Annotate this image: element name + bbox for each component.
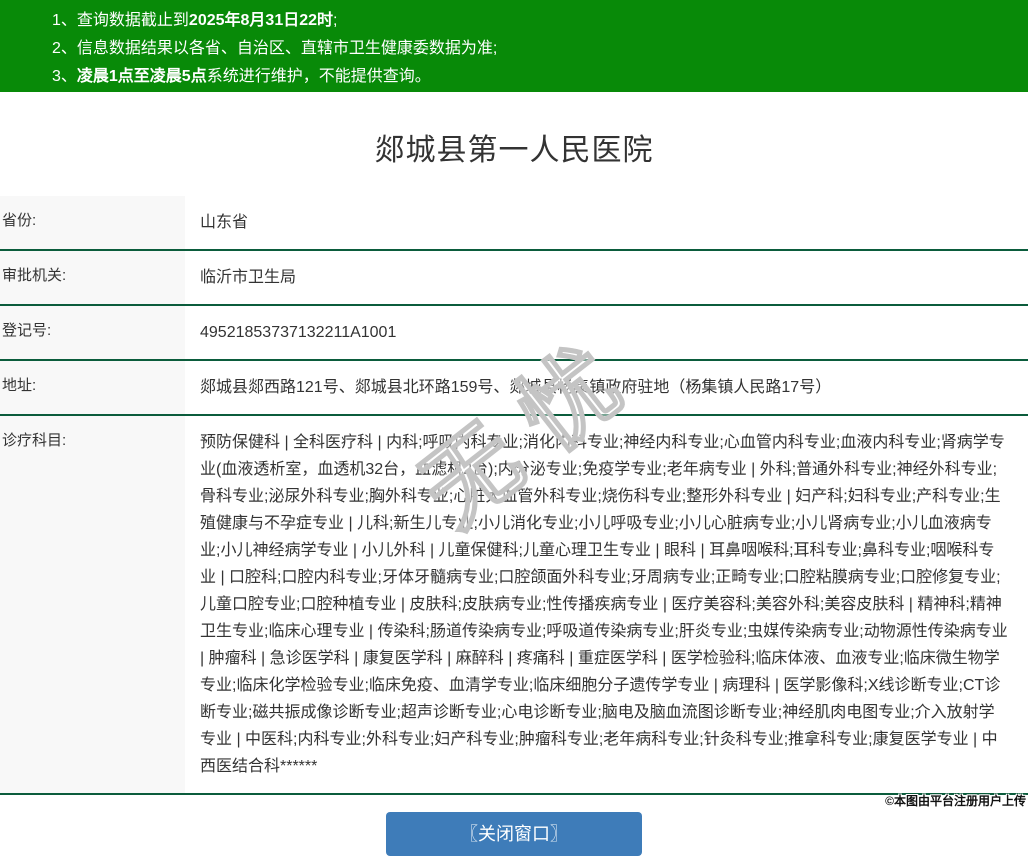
- row-value: 预防保健科 | 全科医疗科 | 内科;呼吸内科专业;消化内科专业;神经内科专业;…: [185, 416, 1028, 793]
- notice-text: 信息数据结果以各省、自治区、直辖市卫生健康委数据为准;: [77, 40, 497, 57]
- table-row-registration-number: 登记号: 49521853737132211A1001: [0, 306, 1028, 361]
- footer-actions: 〖关闭窗口〗: [0, 812, 1028, 856]
- info-table: 省份: 山东省 审批机关: 临沂市卫生局 登记号: 49521853737132…: [0, 196, 1028, 795]
- row-label: 审批机关:: [0, 251, 185, 304]
- row-label: 登记号:: [0, 306, 185, 359]
- table-row-approval-authority: 审批机关: 临沂市卫生局: [0, 251, 1028, 306]
- notice-line-2: 2、信息数据结果以各省、自治区、直辖市卫生健康委数据为准;: [52, 35, 1028, 63]
- notice-text-bold: 凌晨1点至凌晨5点: [77, 68, 207, 85]
- row-value: 郯城县郯西路121号、郯城县北环路159号、郯城县杨集镇政府驻地（杨集镇人民路1…: [185, 361, 1028, 414]
- notice-number: 1、: [52, 12, 77, 29]
- notice-text: 查询数据截止到: [77, 12, 189, 29]
- copyright-stamp: ©本图由平台注册用户上传: [885, 792, 1026, 809]
- notice-line-1: 1、查询数据截止到2025年8月31日22时;: [52, 7, 1028, 35]
- row-label: 省份:: [0, 196, 185, 249]
- row-label: 诊疗科目:: [0, 416, 185, 793]
- notice-text-bold: 2025年8月31日22时: [189, 12, 333, 29]
- page-title: 郯城县第一人民医院: [0, 92, 1028, 196]
- table-row-address: 地址: 郯城县郯西路121号、郯城县北环路159号、郯城县杨集镇政府驻地（杨集镇…: [0, 361, 1028, 416]
- notice-line-3: 3、凌晨1点至凌晨5点系统进行维护，不能提供查询。: [52, 63, 1028, 91]
- row-value: 49521853737132211A1001: [185, 306, 1028, 359]
- notice-number: 2、: [52, 40, 77, 57]
- table-row-medical-departments: 诊疗科目: 预防保健科 | 全科医疗科 | 内科;呼吸内科专业;消化内科专业;神…: [0, 416, 1028, 795]
- close-window-button[interactable]: 〖关闭窗口〗: [386, 812, 642, 856]
- row-value: 山东省: [185, 196, 1028, 249]
- row-value: 临沂市卫生局: [185, 251, 1028, 304]
- notice-number: 3、: [52, 68, 77, 85]
- notice-bar: 1、查询数据截止到2025年8月31日22时; 2、信息数据结果以各省、自治区、…: [0, 0, 1028, 92]
- table-row-province: 省份: 山东省: [0, 196, 1028, 251]
- notice-text: 系统进行维护，不能提供查询。: [207, 68, 431, 85]
- notice-text: ;: [333, 12, 337, 29]
- row-label: 地址:: [0, 361, 185, 414]
